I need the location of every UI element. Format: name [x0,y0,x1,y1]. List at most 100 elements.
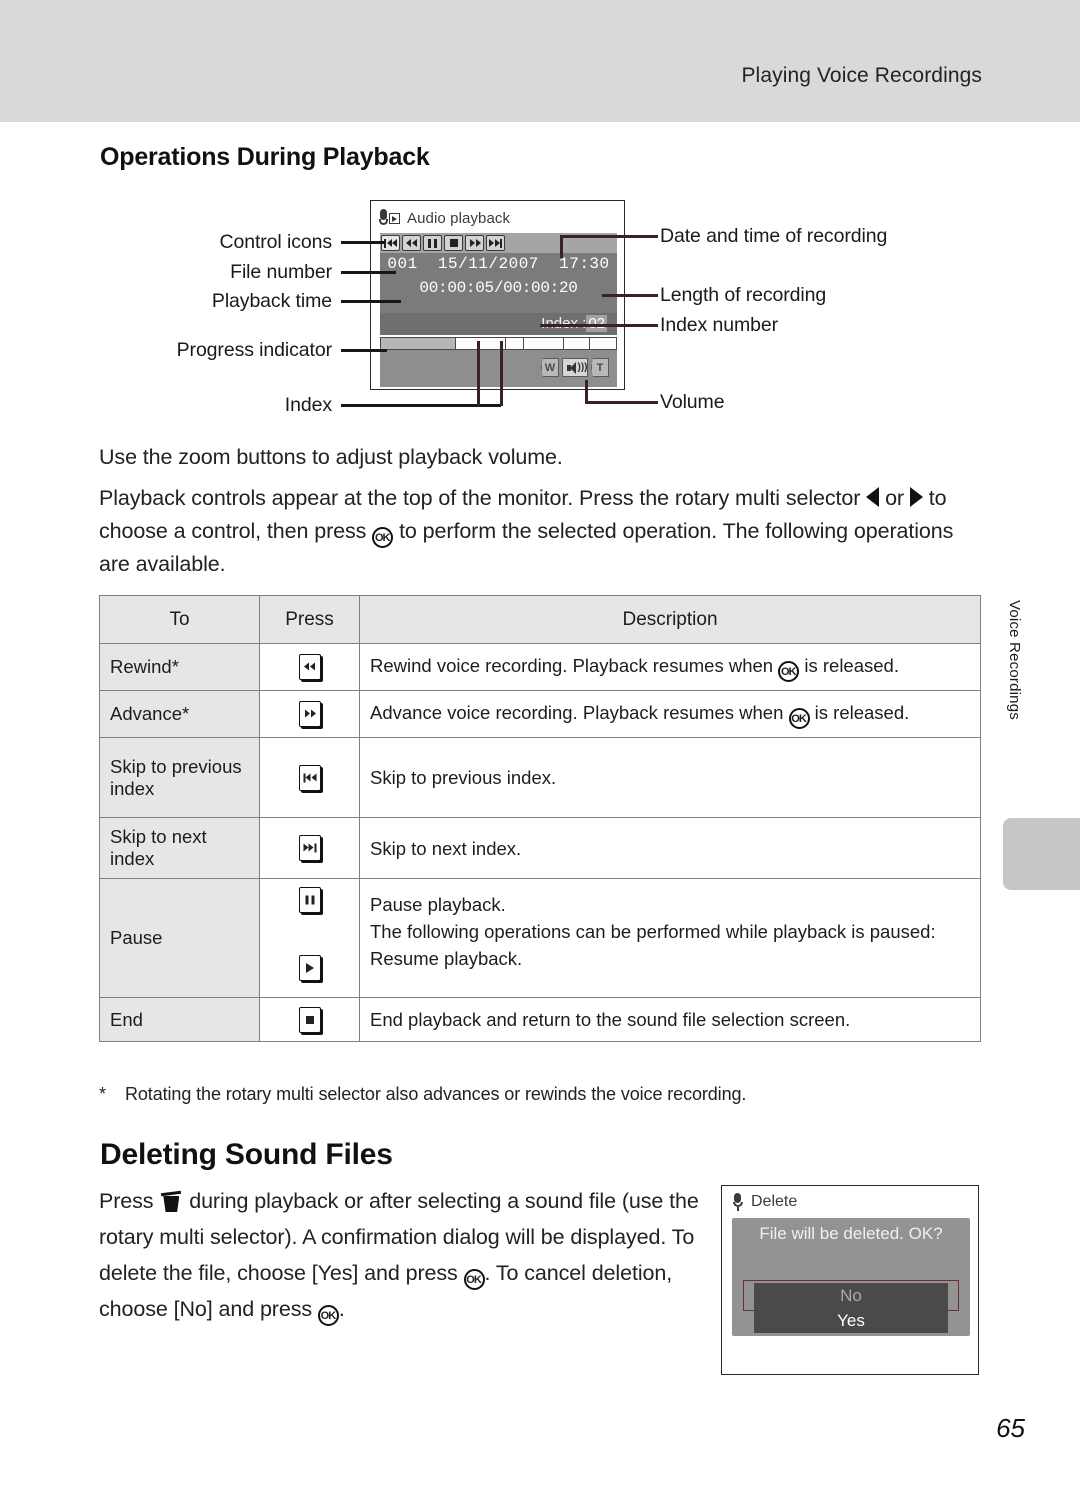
callout-index-number: Index number [660,314,779,336]
paragraph-or: or [885,486,904,510]
advance-icon[interactable] [465,235,484,251]
row-description: Skip to previous index. [359,737,981,818]
screen-lower-band: W ))) T [380,350,617,387]
column-header-to: To [99,595,260,644]
rewind-icon[interactable] [402,235,421,251]
leader-line [477,341,480,406]
delete-dialog-body: File will be deleted. OK? No Yes [732,1218,970,1336]
footnote-marker: * [99,1084,106,1104]
leader-line [540,324,658,327]
progress-segment [381,338,457,349]
stop-icon[interactable] [444,235,463,251]
ok-button-icon: OK [778,661,800,682]
row-description: End playback and return to the sound fil… [359,997,981,1042]
row-press-icons [259,690,360,738]
row-description: Skip to next index. [359,817,981,879]
screen-date: 15/11/2007 [437,255,539,273]
trash-icon [162,1191,180,1212]
tele-zoom-icon: T [591,358,609,377]
row-label: Rewind* [99,643,260,691]
row-label: End [99,997,260,1042]
leader-line [500,341,503,406]
screen-playback-time: 00:00:05/00:00:20 [419,279,578,297]
table-footnote: * Rotating the rotary multi selector als… [99,1081,989,1107]
progress-segment [456,338,506,349]
callout-progress-indicator: Progress indicator [176,339,332,361]
screen-progress-indicator [380,337,617,350]
screen-info-block: 001 15/11/2007 17:30 00:00:05/00:00:20 [380,253,617,313]
screen-time: 17:30 [559,255,610,273]
row-label: Skip to previous index [99,737,260,818]
skip-next-icon[interactable] [486,235,505,251]
running-head-title: Playing Voice Recordings [741,64,982,87]
delete-option-no[interactable]: No [754,1283,948,1308]
play-icon [298,955,321,981]
description-text: is released. [804,655,899,676]
callout-index: Index [284,394,332,416]
column-header-press: Press [259,595,360,644]
row-press-icons [259,997,360,1042]
skip-next-icon [298,835,321,861]
row-label: Advance* [99,690,260,738]
running-head-band [0,0,1080,122]
description-text: Advance voice recording. Playback resume… [370,702,784,723]
paragraph-text: Playback controls appear at the top of t… [99,486,861,510]
camera-screen-mock: Audio playback 001 15/11/2007 17:30 00:0… [370,200,625,390]
leader-line [341,349,387,352]
leader-line [341,300,401,303]
table-row: Pause Pause playback. The following oper… [99,878,981,998]
leader-line [602,294,658,297]
delete-option-yes[interactable]: Yes [754,1308,948,1333]
table-row: Skip to next index Skip to next index. [99,817,981,879]
playback-operations-table: To Press Description Rewind* Rewind voic… [99,595,981,1042]
delete-dialog-title: Delete [751,1193,798,1210]
callout-playback-time: Playback time [211,290,332,312]
progress-segment [590,338,616,349]
ok-button-icon: OK [463,1269,485,1290]
callout-volume: Volume [660,391,725,413]
advance-icon [298,701,321,727]
screen-volume-indicator: W ))) T [541,358,609,377]
delete-dialog-mock: Delete File will be deleted. OK? No Yes [721,1185,979,1375]
callout-control-icons: Control icons [219,231,332,253]
pause-icon[interactable] [423,235,442,251]
row-press-icons [259,643,360,691]
screen-titlebar: Audio playback [379,207,510,229]
row-label: Skip to next index [99,817,260,879]
ok-button-icon: OK [317,1305,339,1326]
table-header-row: To Press Description [99,595,981,644]
delete-dialog-titlebar: Delete [732,1193,797,1211]
pause-icon [298,887,321,913]
ok-button-icon: OK [788,708,810,729]
column-header-description: Description [359,595,981,644]
row-press-icons [259,737,360,818]
description-line: Resume playback. [370,948,523,969]
table-row: Advance* Advance voice recording. Playba… [99,690,981,738]
leader-line [341,241,385,244]
footnote-text: Rotating the rotary multi selector also … [125,1084,747,1104]
playback-screen-diagram: Audio playback 001 15/11/2007 17:30 00:0… [0,195,1080,425]
leader-line [560,238,563,258]
callout-date-time: Date and time of recording [660,225,888,247]
description-text: is released. [814,702,910,723]
side-tab-label: Voice Recordings [1006,600,1023,720]
leader-line [341,271,396,274]
paragraph-zoom-volume: Use the zoom buttons to adjust playback … [99,445,563,469]
screen-file-and-datetime: 001 15/11/2007 17:30 [380,255,617,273]
side-tab-block [1003,818,1080,890]
leader-line [585,401,658,404]
callout-length-recording: Length of recording [660,284,827,306]
page-title-operations: Operations During Playback [100,143,430,171]
paragraph-text: . [338,1297,345,1321]
skip-previous-icon [298,764,321,791]
table-row: End End playback and return to the sound… [99,997,981,1042]
progress-segment [505,338,525,349]
microphone-icon [732,1193,743,1211]
description-line: Pause playback. [370,894,506,915]
rewind-icon [298,654,321,680]
progress-segment [564,338,591,349]
paragraph-text: Press [99,1189,154,1213]
arrow-left-icon [866,487,880,507]
row-press-icons [259,817,360,879]
table-row: Skip to previous index Skip to previous … [99,737,981,818]
